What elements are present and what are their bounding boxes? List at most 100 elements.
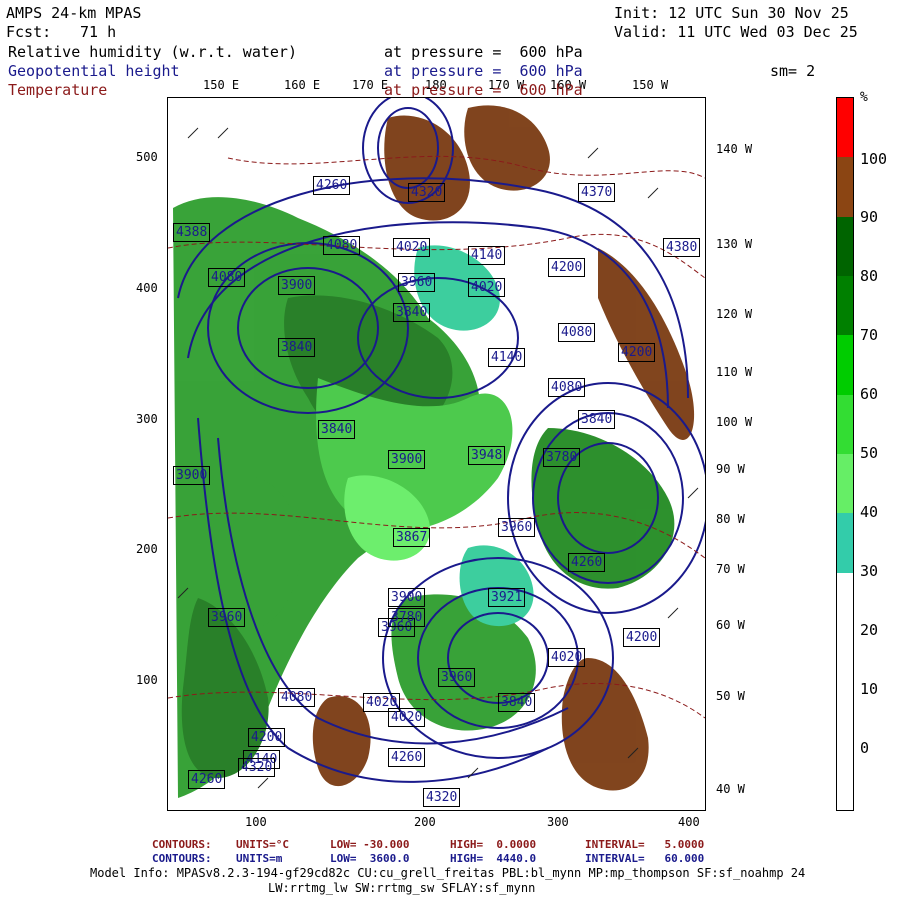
height-contour-label: 3780 — [388, 608, 426, 627]
height-contour-label: 3960 — [498, 518, 536, 537]
lon-label-top: 170 E — [352, 78, 389, 92]
lon-label-right: 110 W — [716, 365, 753, 379]
temp-contours-interval: INTERVAL= 5.0000 — [585, 838, 705, 851]
y-tick-label: 100 — [136, 673, 158, 687]
field-rh-name: Relative humidity (w.r.t. water) — [8, 43, 297, 61]
height-contour-label: 4020 — [388, 708, 426, 727]
colorbar-segment — [837, 157, 853, 217]
colorbar-segment — [837, 632, 853, 692]
colorbar-label: 0 — [860, 739, 870, 757]
field-rh-level: at pressure = 600 hPa — [384, 43, 583, 61]
valid-time: Valid: 11 UTC Wed 03 Dec 25 — [614, 23, 858, 41]
colorbar-segment — [837, 454, 853, 514]
model-info-line2: LW:rrtmg_lw SW:rrtmg_sw SFLAY:sf_mynn — [268, 881, 536, 895]
colorbar-segment — [837, 216, 853, 276]
height-contour-label: 3840 — [498, 693, 536, 712]
colorbar-segment — [837, 572, 853, 632]
height-contour-label: 3921 — [488, 588, 526, 607]
height-contour-label: 3900 — [278, 276, 316, 295]
hgt-contours-high: HIGH= 4440.0 — [450, 852, 537, 865]
colorbar-label: 100 — [860, 150, 888, 168]
colorbar-segment — [837, 394, 853, 454]
height-contour-label: 3840 — [278, 338, 316, 357]
height-contour-label: 3960 — [398, 273, 436, 292]
init-time: Init: 12 UTC Sun 30 Nov 25 — [614, 4, 849, 22]
height-contour-label: 4260 — [313, 176, 351, 195]
height-contour-label: 3948 — [468, 446, 506, 465]
lon-label-right: 40 W — [716, 782, 745, 796]
x-tick-label: 200 — [414, 815, 436, 829]
colorbar-label: 30 — [860, 562, 879, 580]
height-contour-label: 4080 — [548, 378, 586, 397]
hgt-contours-low: LOW= 3600.0 — [330, 852, 410, 865]
lon-label-top: 150 W — [632, 78, 669, 92]
lon-label-right: 140 W — [716, 142, 753, 156]
lon-label-right: 80 W — [716, 512, 745, 526]
colorbar-segment — [837, 513, 853, 573]
height-contour-label: 4020 — [548, 648, 586, 667]
lon-label-right: 50 W — [716, 689, 745, 703]
colorbar — [836, 97, 854, 811]
lon-label-top: 160 E — [284, 78, 321, 92]
height-contour-label: 3840 — [393, 303, 431, 322]
forecast-hours: 71 h — [80, 23, 117, 41]
height-contour-label: 4080 — [208, 268, 246, 287]
lon-label-right: 60 W — [716, 618, 745, 632]
temp-contours-low: LOW= -30.000 — [330, 838, 410, 851]
x-tick-label: 300 — [547, 815, 569, 829]
temp-contours-units: UNITS=°C — [236, 838, 289, 851]
height-contour-label: 4140 — [468, 246, 506, 265]
smoothing-label: sm= 2 — [770, 62, 816, 80]
height-contour-label: 4080 — [558, 323, 596, 342]
field-temp-name: Temperature — [8, 81, 108, 99]
height-contour-label: 4388 — [173, 223, 211, 242]
height-contour-label: 4260 — [188, 770, 226, 789]
colorbar-label: 60 — [860, 385, 879, 403]
model-title: AMPS 24-km MPAS — [6, 4, 142, 22]
y-tick-label: 500 — [136, 150, 158, 164]
height-contour-label: 4200 — [623, 628, 661, 647]
height-contour-label: 4370 — [578, 183, 616, 202]
forecast-label: Fcst: — [6, 23, 52, 41]
map-svg — [168, 98, 705, 810]
colorbar-segment — [837, 691, 853, 751]
height-contour-label: 3900 — [388, 588, 426, 607]
colorbar-segment — [837, 750, 853, 810]
height-contour-label: 3900 — [388, 450, 426, 469]
height-contour-label: 4320 — [423, 788, 461, 807]
height-contour-label: 3900 — [173, 466, 211, 485]
height-contour-label: 3867 — [393, 528, 431, 547]
colorbar-label: 80 — [860, 267, 879, 285]
y-tick-label: 200 — [136, 542, 158, 556]
model-info-line1: Model Info: MPASv8.2.3-194-gf29cd82c CU:… — [90, 866, 806, 880]
colorbar-label: 70 — [860, 326, 879, 344]
colorbar-segment — [837, 335, 853, 395]
height-contour-label: 4200 — [248, 728, 286, 747]
x-tick-label: 400 — [678, 815, 700, 829]
temp-contours-high: HIGH= 0.0000 — [450, 838, 537, 851]
temp-contours-label: CONTOURS: — [152, 838, 212, 851]
height-contour-label: 3840 — [578, 410, 616, 429]
lon-label-right: 70 W — [716, 562, 745, 576]
hgt-contours-interval: INTERVAL= 60.000 — [585, 852, 705, 865]
height-contour-label: 4080 — [278, 688, 316, 707]
colorbar-label: 40 — [860, 503, 879, 521]
y-tick-label: 400 — [136, 281, 158, 295]
height-contour-label: 4380 — [663, 238, 701, 257]
colorbar-label: 20 — [860, 621, 879, 639]
colorbar-label: 10 — [860, 680, 879, 698]
height-contour-label: 4320 — [238, 758, 276, 777]
map-plot-area: 4260 4320 4370 4380 4080 4020 3900 4140 4200 4388… — [167, 97, 706, 811]
x-tick-label: 100 — [245, 815, 267, 829]
colorbar-segment — [837, 276, 853, 336]
height-contour-label: 4260 — [568, 553, 606, 572]
lon-label-right: 120 W — [716, 307, 753, 321]
height-contour-label: 3840 — [318, 420, 356, 439]
height-contour-label: 4080 — [323, 236, 361, 255]
colorbar-label: 50 — [860, 444, 879, 462]
height-contour-label: 4200 — [548, 258, 586, 277]
colorbar-label: 90 — [860, 208, 879, 226]
colorbar-segment — [837, 98, 853, 158]
height-contour-label: 4320 — [408, 183, 446, 202]
hgt-contours-units: UNITS=m — [236, 852, 283, 865]
